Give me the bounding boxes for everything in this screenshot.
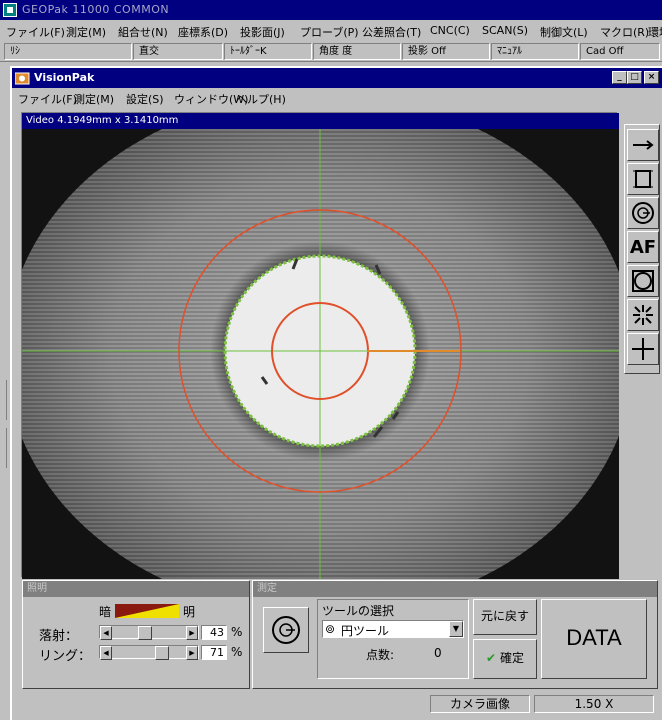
tool-select-group: ツールの選択 ⊚ 円ツール ▼ 点数: 0: [317, 599, 469, 679]
ring-value-field[interactable]: 71: [201, 645, 227, 660]
arrow-right-icon: [633, 140, 654, 150]
ring-left-button[interactable]: ◀: [100, 646, 112, 660]
circle-tool-icon: [632, 202, 654, 224]
reflect-slider[interactable]: ◀ ▶: [99, 625, 199, 640]
tool-select-value: 円ツール: [341, 624, 390, 638]
lighting-header: 照明: [23, 581, 249, 597]
tool-palette: AF: [624, 124, 660, 374]
video-view[interactable]: Video 4.1949mm x 3.1410mm: [21, 112, 619, 579]
tool-select-dropdown[interactable]: ⊚ 円ツール ▼: [322, 620, 464, 638]
star-points-icon: [633, 305, 653, 325]
outer-menu-bar: ファイル(F) 測定(M) 組合せ(N) 座標系(D) 投影面(J) プローブ(…: [0, 20, 662, 42]
status-cell-projection: 投影 Off: [402, 43, 490, 60]
measure-header: 測定: [253, 581, 657, 597]
menu-settings[interactable]: 設定(S): [126, 91, 164, 107]
brightness-gradient: [115, 604, 179, 618]
status-cell-ortho: 直交: [133, 43, 223, 60]
outer-menu-measure[interactable]: 測定(M): [66, 24, 106, 40]
tool-select-label: ツールの選択: [322, 604, 395, 618]
menu-measure[interactable]: 測定(M): [74, 91, 114, 107]
status-cell-cad: Cad Off: [580, 43, 660, 60]
arrow-right-button[interactable]: [627, 129, 659, 161]
outer-menu-combine[interactable]: 組合せ(N): [118, 24, 168, 40]
window-statusbar: カメラ画像 1.50 X: [10, 692, 662, 720]
status-cell-manual: ﾏﾆｭｱﾙ: [491, 43, 579, 60]
star-points-button[interactable]: [627, 299, 659, 331]
lighting-panel: 照明 暗 明 落射： ◀ ▶ 43 % リング： ◀ ▶ 71 %: [22, 580, 250, 689]
reflect-unit: %: [231, 625, 243, 639]
dark-label: 暗: [99, 605, 112, 619]
visionpak-menu-bar: ファイル(F) 測定(M) 設定(S) ウィンドウ(W) ヘルプ(H): [12, 88, 662, 108]
autofocus-button[interactable]: AF: [627, 231, 659, 263]
outer-title-bar: GEOPak 11000 COMMON: [0, 0, 662, 20]
crosshair-icon: [632, 338, 654, 360]
outer-menu-probe[interactable]: プローブ(P): [300, 24, 359, 40]
ring-slider[interactable]: ◀ ▶: [99, 645, 199, 660]
visionpak-title: VisionPak: [34, 71, 95, 84]
circle-tool-icon: [272, 616, 300, 644]
outer-menu-cnc[interactable]: CNC(C): [430, 24, 470, 37]
af-label: AF: [629, 236, 657, 258]
points-value: 0: [434, 646, 442, 660]
status-cell-angle: 角度 度: [313, 43, 401, 60]
status-cell-mode: ﾘｼ: [4, 43, 132, 60]
visionpak-title-bar: VisionPak _ □ ×: [12, 68, 662, 88]
zoom-status: 1.50 X: [534, 695, 654, 713]
ring-unit: %: [231, 645, 243, 659]
geopak-logo-icon: [3, 3, 17, 17]
outer-menu-env[interactable]: 環境: [648, 24, 662, 40]
square-circle-icon: [632, 270, 654, 292]
camera-status: カメラ画像: [430, 695, 530, 713]
ring-right-button[interactable]: ▶: [186, 646, 198, 660]
reflect-value-field[interactable]: 43: [201, 625, 227, 640]
measure-panel: 測定 ツールの選択 ⊚ 円ツール ▼ 点数: 0 元に戻す ✔ 確定 DATA: [252, 580, 658, 689]
visionpak-window: VisionPak _ □ × ファイル(F) 測定(M) 設定(S) ウィンド…: [10, 66, 662, 720]
visionpak-logo-icon: [15, 72, 30, 85]
points-label: 点数:: [366, 648, 395, 662]
outer-app-title: GEOPak 11000 COMMON: [22, 3, 170, 16]
bracket-frame-button[interactable]: [627, 163, 659, 195]
status-cell-tool: ﾄｰﾙﾀﾞｰK: [224, 43, 312, 60]
undo-button[interactable]: 元に戻す: [473, 599, 537, 635]
bracket-frame-icon: [633, 170, 653, 188]
ring-slider-thumb[interactable]: [154, 646, 169, 660]
dropdown-arrow-icon[interactable]: ▼: [449, 621, 463, 637]
check-icon: ✔: [486, 651, 497, 665]
tool-icon-button[interactable]: [263, 607, 309, 653]
outer-menu-file[interactable]: ファイル(F): [6, 24, 65, 40]
outer-menu-coordinate[interactable]: 座標系(D): [178, 24, 228, 40]
outer-menu-projection[interactable]: 投影面(J): [240, 24, 285, 40]
confirm-button[interactable]: ✔ 確定: [473, 639, 537, 679]
close-button[interactable]: ×: [644, 71, 659, 84]
video-caption: Video 4.1949mm x 3.1410mm: [22, 113, 619, 129]
minimize-button[interactable]: _: [612, 71, 627, 84]
reflect-slider-thumb[interactable]: [137, 626, 152, 640]
camera-image[interactable]: [22, 129, 619, 579]
ring-label: リング：: [39, 649, 92, 664]
outer-menu-macro[interactable]: マクロ(R): [600, 24, 649, 40]
reflect-left-button[interactable]: ◀: [100, 626, 112, 640]
outer-left-gutter: [0, 380, 8, 680]
data-button[interactable]: DATA: [541, 599, 647, 679]
crosshair-button[interactable]: [627, 333, 659, 365]
outer-menu-tolerance[interactable]: 公差照合(T): [362, 24, 421, 40]
bright-label: 明: [183, 605, 196, 619]
outer-menu-scan[interactable]: SCAN(S): [482, 24, 528, 37]
tool-select-icon: ⊚: [325, 622, 336, 636]
circle-tool-button[interactable]: [627, 197, 659, 229]
menu-help[interactable]: ヘルプ(H): [236, 91, 286, 107]
reflect-right-button[interactable]: ▶: [186, 626, 198, 640]
maximize-button[interactable]: □: [627, 71, 642, 84]
confirm-label: 確定: [499, 651, 524, 665]
menu-file[interactable]: ファイル(F): [18, 91, 77, 107]
reflect-label: 落射：: [39, 629, 79, 644]
outer-status-strip: ﾘｼ 直交 ﾄｰﾙﾀﾞｰK 角度 度 投影 Off ﾏﾆｭｱﾙ Cad Off: [0, 42, 662, 61]
outer-menu-control[interactable]: 制御文(L): [540, 24, 588, 40]
square-circle-button[interactable]: [627, 265, 659, 297]
